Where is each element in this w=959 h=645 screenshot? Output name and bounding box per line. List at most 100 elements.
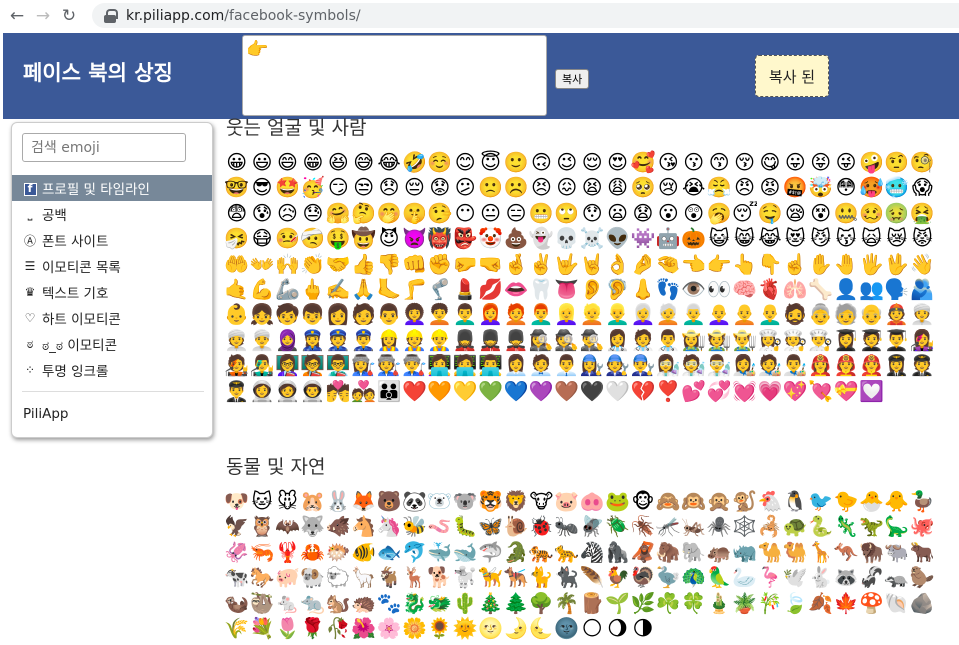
emoji-item[interactable]: 🦣	[656, 540, 681, 565]
emoji-item[interactable]: 😮	[656, 201, 681, 226]
emoji-item[interactable]: 🐸	[605, 489, 630, 514]
emoji-item[interactable]: 🐊	[503, 540, 529, 565]
emoji-item[interactable]: 🤫	[402, 201, 427, 226]
emoji-item[interactable]: 👅	[554, 277, 579, 302]
emoji-item[interactable]: 👣	[656, 277, 681, 302]
emoji-item[interactable]: 💩	[503, 226, 529, 251]
emoji-item[interactable]: 🦜	[706, 565, 732, 590]
emoji-item[interactable]: 💂‍♂️	[503, 328, 529, 353]
emoji-item[interactable]: 🪰	[579, 514, 605, 539]
emoji-item[interactable]: 🌻	[427, 616, 452, 641]
emoji-item[interactable]: 🪨	[910, 591, 935, 616]
emoji-item[interactable]: 🐅	[529, 540, 554, 565]
emoji-item[interactable]: 🧑‍⚕️	[630, 328, 655, 353]
emoji-item[interactable]: 🧕	[275, 328, 300, 353]
emoji-item[interactable]: 🐫	[783, 540, 808, 565]
emoji-item[interactable]: 🥵	[859, 175, 884, 200]
emoji-item[interactable]: 😈	[376, 226, 401, 251]
emoji-item[interactable]: 😩	[605, 175, 630, 200]
emoji-item[interactable]: 🐜	[554, 514, 579, 539]
emoji-item[interactable]: 🤓	[224, 175, 249, 200]
emoji-item[interactable]: 💙	[503, 379, 529, 404]
emoji-item[interactable]: 🐵	[630, 489, 655, 514]
emoji-item[interactable]: 🐺	[300, 514, 325, 539]
emoji-item[interactable]: 🐆	[554, 540, 579, 565]
emoji-item[interactable]: 😻	[783, 226, 808, 251]
emoji-item[interactable]: 🍂	[808, 591, 833, 616]
emoji-item[interactable]: 👩	[326, 302, 351, 327]
emoji-item[interactable]: 😺	[706, 226, 731, 251]
emoji-item[interactable]: 🌚	[554, 616, 579, 641]
emoji-item[interactable]: 🦋	[478, 514, 503, 539]
emoji-item[interactable]: 👨‍🎓	[884, 328, 909, 353]
emoji-item[interactable]: 💐	[249, 616, 275, 641]
emoji-item[interactable]: 🦧	[630, 540, 655, 565]
emoji-item[interactable]: 👩‍🍳	[757, 328, 782, 353]
emoji-item[interactable]: 🤠	[351, 226, 376, 251]
emoji-item[interactable]: 🖕	[300, 277, 325, 302]
emoji-item[interactable]: 🐹	[300, 489, 325, 514]
emoji-item[interactable]: 🐈	[529, 565, 554, 590]
emoji-item[interactable]: 🖤	[579, 379, 605, 404]
emoji-item[interactable]: 🐃	[884, 540, 909, 565]
emoji-item[interactable]: 🐽	[579, 489, 605, 514]
emoji-item[interactable]: 🌿	[630, 591, 655, 616]
emoji-item[interactable]: 😌	[579, 150, 604, 175]
emoji-item[interactable]: 👆	[732, 252, 757, 277]
emoji-item[interactable]: 🫁	[783, 277, 808, 302]
emoji-item[interactable]: 🌛	[503, 616, 529, 641]
sidebar-item[interactable]: ಠ ಠ_ಠ 이모티콘	[12, 331, 212, 357]
emoji-item[interactable]: 🐇	[808, 565, 833, 590]
emoji-item[interactable]: 🦈	[478, 540, 503, 565]
emoji-item[interactable]: 🧓	[833, 302, 859, 327]
emoji-item[interactable]: 👵	[808, 302, 833, 327]
emoji-item[interactable]: 🤔	[351, 201, 376, 226]
emoji-item[interactable]: 🐦	[808, 489, 833, 514]
emoji-item[interactable]: ✋	[808, 252, 833, 277]
emoji-item[interactable]: 🐍	[808, 514, 833, 539]
emoji-item[interactable]: 👉	[706, 252, 732, 277]
emoji-item[interactable]: 🐧	[783, 489, 808, 514]
emoji-item[interactable]: 👋	[910, 252, 935, 277]
emoji-item[interactable]: 🦛	[706, 540, 732, 565]
emoji-item[interactable]: 👮	[326, 328, 351, 353]
emoji-item[interactable]: 🧑‍✈️	[910, 353, 935, 378]
emoji-item[interactable]: 🙀	[859, 226, 884, 251]
emoji-item[interactable]: 👩‍🏭	[351, 353, 376, 378]
emoji-item[interactable]: 💀	[554, 226, 579, 251]
emoji-item[interactable]: 🤕	[300, 226, 325, 251]
emoji-item[interactable]: 👨‍🎨	[783, 353, 808, 378]
emoji-item[interactable]: 🎋	[757, 591, 782, 616]
emoji-item[interactable]: 👩‍🎓	[833, 328, 859, 353]
emoji-item[interactable]: 🦐	[249, 540, 275, 565]
emoji-item[interactable]: 🦦	[224, 591, 249, 616]
sidebar-item[interactable]: ♡ 하트 이모티콘	[12, 305, 212, 331]
emoji-item[interactable]: 🧑‍🔧	[605, 353, 630, 378]
emoji-item[interactable]: 🐝	[402, 514, 427, 539]
emoji-item[interactable]: 💖	[783, 379, 808, 404]
emoji-item[interactable]: 🥺	[630, 175, 655, 200]
emoji-item[interactable]: 👨‍💼	[554, 353, 579, 378]
emoji-item[interactable]: 🦥	[249, 591, 275, 616]
emoji-item[interactable]: 🙈	[656, 489, 681, 514]
emoji-item[interactable]: 🦂	[757, 514, 782, 539]
emoji-item[interactable]: 👩‍🦲	[706, 302, 732, 327]
emoji-item[interactable]: 😵	[808, 201, 833, 226]
emoji-item[interactable]: 👨‍🔧	[630, 353, 655, 378]
emoji-item[interactable]: ☹️	[503, 175, 529, 200]
emoji-item[interactable]: 🤡	[478, 226, 503, 251]
emoji-item[interactable]: 🦝	[833, 565, 859, 590]
emoji-item[interactable]: 🐒	[732, 489, 757, 514]
emoji-item[interactable]: 🎃	[681, 226, 706, 251]
emoji-item[interactable]: 🧑‍🏫	[300, 353, 325, 378]
emoji-item[interactable]: 👷	[402, 328, 427, 353]
emoji-item[interactable]: 🤨	[884, 150, 909, 175]
emoji-item[interactable]: 🐤	[833, 489, 859, 514]
emoji-item[interactable]: 👮‍♀️	[300, 328, 325, 353]
emoji-item[interactable]: 🕵️	[554, 328, 579, 353]
emoji-item[interactable]: 🦶	[376, 277, 402, 302]
emoji-item[interactable]: 🐐	[376, 565, 402, 590]
emoji-item[interactable]: 🦔	[351, 591, 376, 616]
emoji-item[interactable]: 👩‍🎤	[910, 328, 935, 353]
emoji-item[interactable]: 🦚	[681, 565, 706, 590]
